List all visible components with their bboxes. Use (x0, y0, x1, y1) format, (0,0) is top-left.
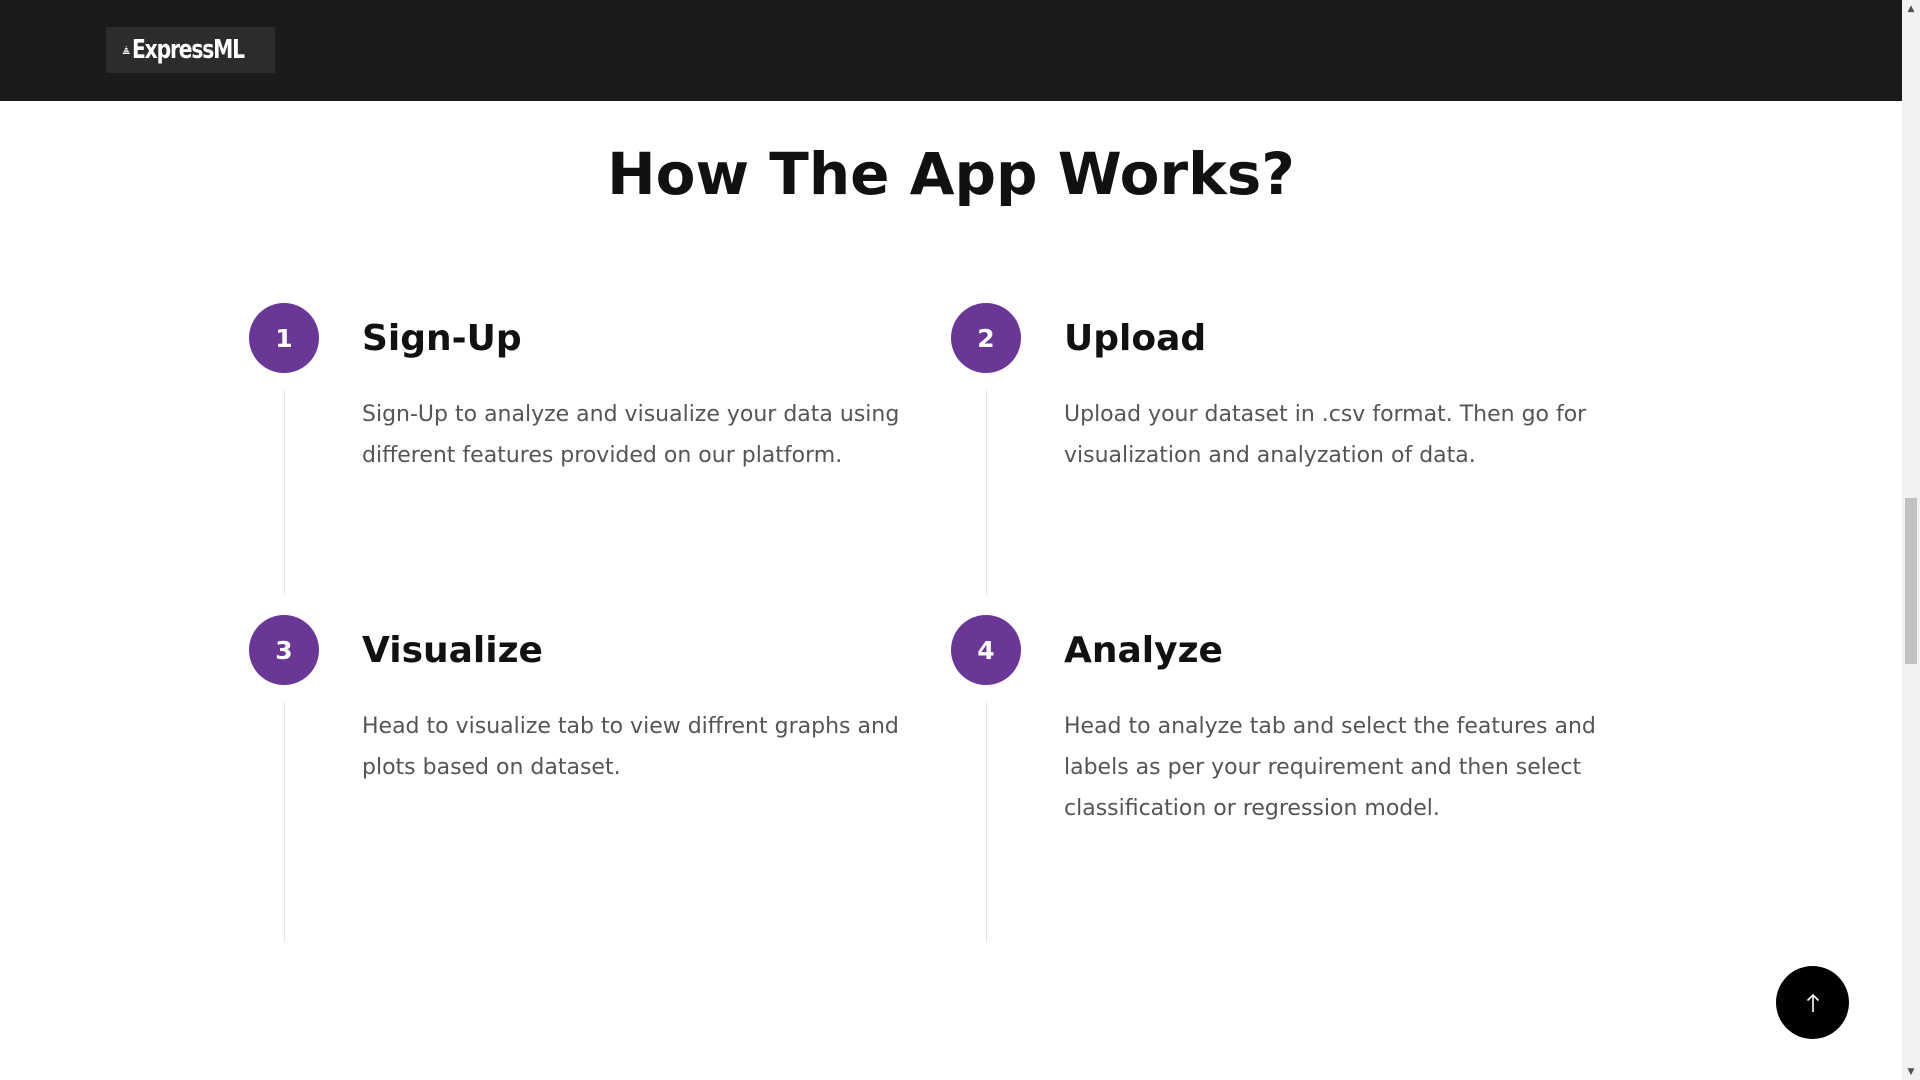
scroll-up-arrow-icon[interactable]: ▲ (1902, 0, 1920, 17)
scroll-down-arrow-icon[interactable]: ▼ (1902, 1063, 1920, 1080)
vertical-scrollbar[interactable]: ▲ ▼ (1902, 0, 1920, 1080)
step-3-connector-line (284, 702, 285, 942)
step-1-connector-line (284, 390, 285, 595)
step-3-description: Head to visualize tab to view diffrent g… (362, 714, 899, 780)
arrow-up-icon (1806, 993, 1819, 1012)
brand-logo-link[interactable]: ExpressML (106, 27, 275, 73)
scrollbar-thumb[interactable] (1905, 498, 1917, 664)
step-3-title: Visualize (362, 630, 543, 671)
pyramid-icon (122, 45, 130, 54)
step-1-description: Sign-Up to analyze and visualize your da… (362, 402, 900, 468)
step-1-number-badge: 1 (249, 303, 319, 373)
step-3-number-badge: 3 (249, 615, 319, 685)
step-2-number-badge: 2 (951, 303, 1021, 373)
step-2-connector-line (986, 390, 987, 595)
page: ExpressML How The App Works? 1 Sign-Up S… (0, 0, 1920, 1080)
section-title: How The App Works? (607, 140, 1295, 208)
step-4-number-badge: 4 (951, 615, 1021, 685)
step-4-connector-line (986, 702, 987, 942)
top-navbar: ExpressML (0, 0, 1902, 101)
step-1-title: Sign-Up (362, 318, 522, 359)
brand-name: ExpressML (131, 35, 245, 65)
step-4-title: Analyze (1064, 630, 1223, 671)
step-2-title: Upload (1064, 318, 1207, 359)
step-2-description: Upload your dataset in .csv format. Then… (1064, 402, 1587, 468)
step-4-description: Head to analyze tab and select the featu… (1064, 714, 1596, 821)
back-to-top-button[interactable] (1776, 966, 1849, 1039)
